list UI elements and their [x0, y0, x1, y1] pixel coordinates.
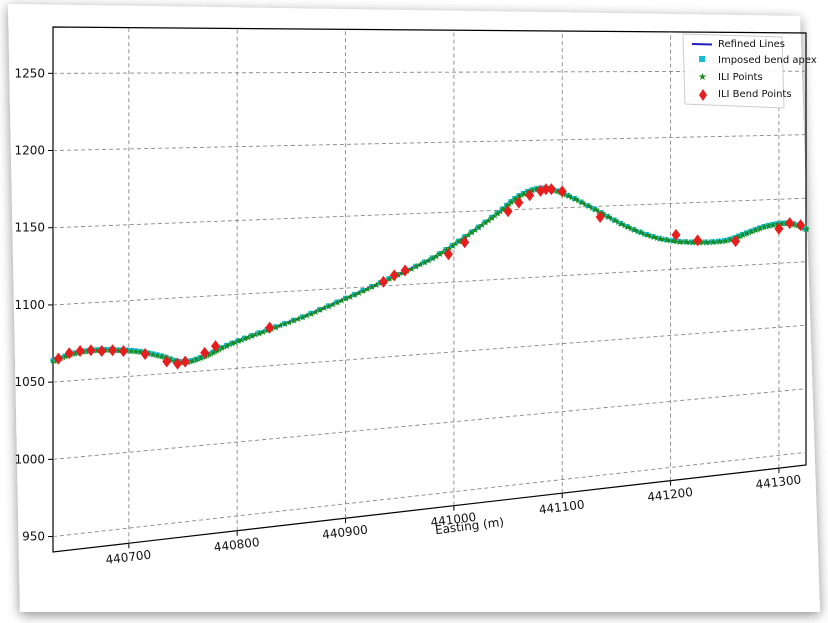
y-tick-label: 1000	[14, 452, 45, 466]
legend-label-imposed-bend-apex: Imposed bend apex	[718, 55, 817, 66]
y-tick-label: 950	[22, 530, 45, 544]
y-tick-label: 1200	[14, 144, 45, 158]
legend-swatch-line	[691, 43, 713, 46]
legend-label-refined-lines: Refined Lines	[718, 39, 785, 50]
legend-label-ili-bend-points: ILI Bend Points	[718, 89, 792, 100]
legend-label-ili-points: ILI Points	[718, 72, 763, 83]
legend-swatch-star: ★	[698, 72, 707, 83]
y-tick-label: 1050	[14, 375, 45, 389]
chart-figure: ★ ★ ★ ★ ★ ★ ★★★ ★★★ ★ ★★★ ★★★★★★★★★★★★★★★★★★★★★ ★★★…	[8, 4, 820, 612]
y-tick-label: 1150	[14, 221, 45, 235]
y-tick-label: 1250	[14, 66, 45, 80]
legend-swatch-square	[699, 56, 705, 62]
y-tick-label: 1100	[14, 298, 45, 312]
